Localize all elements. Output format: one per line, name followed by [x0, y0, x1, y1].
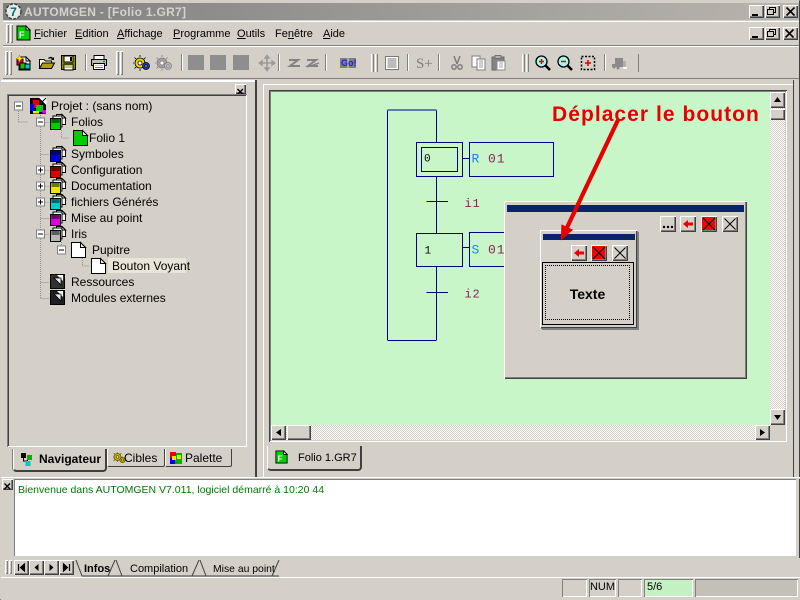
svg-text:S: S — [472, 243, 480, 258]
svg-text:Iris: Iris — [71, 227, 87, 241]
svg-text:Bouton Voyant: Bouton Voyant — [112, 259, 191, 273]
svg-text:1: 1 — [425, 246, 432, 258]
svg-text:Go!: Go! — [341, 58, 357, 68]
svg-text:S+: S+ — [416, 56, 433, 72]
svg-text:fichiers Générés: fichiers Générés — [71, 195, 158, 209]
svg-text:0: 0 — [424, 154, 431, 166]
svg-text:Folios: Folios — [71, 115, 103, 129]
svg-text:R: R — [472, 152, 480, 167]
svg-text:Folio 1: Folio 1 — [89, 131, 125, 145]
svg-text:i2: i2 — [465, 288, 481, 302]
svg-text:Ressources: Ressources — [71, 275, 134, 289]
svg-text:Configuration: Configuration — [71, 163, 142, 177]
svg-text:Documentation: Documentation — [71, 179, 152, 193]
svg-text:Projet : (sans nom): Projet : (sans nom) — [51, 99, 152, 113]
svg-text:i1: i1 — [465, 197, 481, 211]
svg-text:Symboles: Symboles — [71, 147, 124, 161]
svg-text:Mise au point: Mise au point — [213, 564, 275, 575]
svg-text:Pupitre: Pupitre — [92, 243, 130, 257]
svg-text:Compilation: Compilation — [130, 563, 188, 575]
svg-text:Modules externes: Modules externes — [71, 291, 166, 305]
svg-text:7: 7 — [10, 5, 17, 19]
svg-text:Mise au point: Mise au point — [71, 211, 143, 225]
svg-text:F: F — [278, 454, 283, 463]
svg-text:01: 01 — [488, 243, 505, 258]
svg-text:01: 01 — [488, 152, 505, 167]
svg-text:Infos: Infos — [84, 563, 110, 575]
